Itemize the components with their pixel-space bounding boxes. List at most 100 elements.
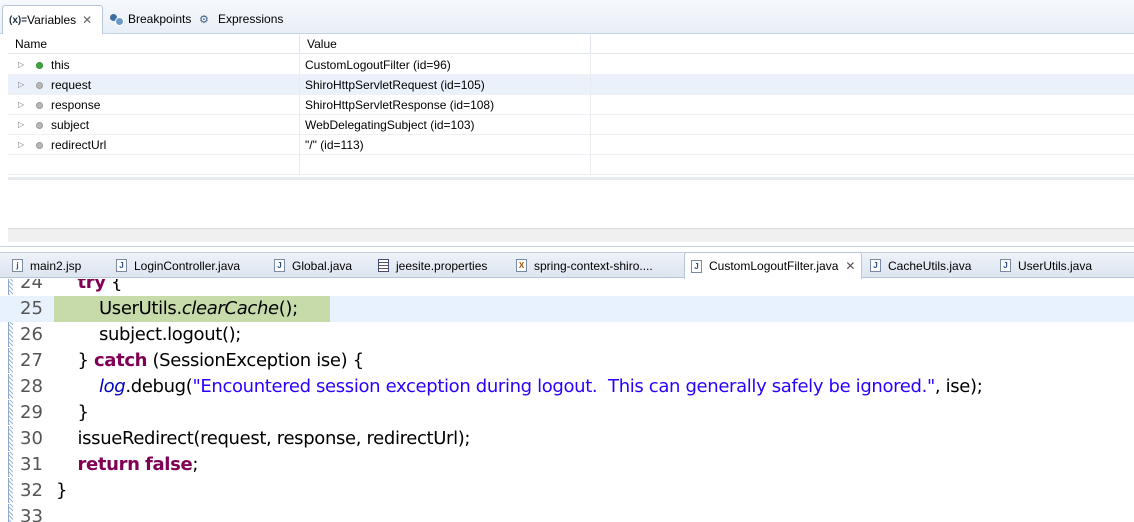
code-editor[interactable]: ➔ 24 try {25 UserUtils.clearCache();26 s… xyxy=(0,279,1134,522)
jsp-file-icon: j xyxy=(12,259,23,272)
variable-name-cell: ▷ request xyxy=(8,75,300,95)
code-token: return xyxy=(77,454,140,475)
table-row[interactable]: ▷ response ShiroHttpServletResponse (id=… xyxy=(8,95,1134,115)
tab-breakpoints[interactable]: Breakpoints xyxy=(110,6,191,32)
editor-tab-userutils[interactable]: J UserUtils.java xyxy=(1000,253,1092,278)
expand-arrow-icon[interactable]: ▷ xyxy=(18,95,30,115)
expand-arrow-icon[interactable]: ▷ xyxy=(18,75,30,95)
editor-tab-cacheutils[interactable]: J CacheUtils.java xyxy=(870,253,971,278)
editor-tab-jeesite-properties[interactable]: jeesite.properties xyxy=(378,253,487,278)
table-row-empty xyxy=(8,155,1134,175)
table-row[interactable]: ▷ request ShiroHttpServletRequest (id=10… xyxy=(8,75,1134,95)
properties-file-icon xyxy=(378,259,389,272)
variable-value: ShiroHttpServletRequest (id=105) xyxy=(300,75,591,95)
table-row[interactable]: ▷ subject WebDelegatingSubject (id=103) xyxy=(8,115,1134,135)
java-file-icon: J xyxy=(116,259,127,272)
tab-expressions[interactable]: ⚙ Expressions xyxy=(199,6,283,32)
code-token: } xyxy=(56,480,68,501)
variable-name: request xyxy=(51,78,92,92)
code-line[interactable]: 29 } xyxy=(0,400,1134,426)
variable-name-cell: ▷ subject xyxy=(8,115,300,135)
variable-value: CustomLogoutFilter (id=96) xyxy=(300,55,591,75)
variable-name-cell: ▷ redirectUrl xyxy=(8,135,300,155)
variable-name: redirectUrl xyxy=(51,138,107,152)
code-line[interactable]: 25 UserUtils.clearCache(); xyxy=(0,296,1134,322)
code-text: log.debug("Encountered session exception… xyxy=(56,374,983,400)
local-variable-icon xyxy=(36,121,43,129)
code-token: subject.logout(); xyxy=(56,324,242,345)
code-line[interactable]: 31 return false; xyxy=(0,452,1134,478)
xml-file-icon: X xyxy=(516,259,527,272)
table-row[interactable]: ▷ redirectUrl "/" (id=113) xyxy=(8,135,1134,155)
java-file-icon: J xyxy=(691,259,702,273)
close-icon[interactable]: ✕ xyxy=(845,259,855,273)
editor-tab-global[interactable]: J Global.java xyxy=(274,253,352,278)
editor-tab-label: LoginController.java xyxy=(134,258,241,273)
editor-tab-label: CacheUtils.java xyxy=(888,258,972,273)
line-number: 25 xyxy=(20,298,43,319)
expressions-icon: ⚙ xyxy=(199,13,209,26)
expand-arrow-icon[interactable]: ▷ xyxy=(18,115,30,135)
code-line[interactable]: 30 issueRedirect(request, response, redi… xyxy=(0,426,1134,452)
variable-detail-pane[interactable] xyxy=(8,177,1134,229)
horizontal-scrollbar[interactable] xyxy=(8,228,1134,242)
code-token: clearCache xyxy=(181,298,279,319)
tab-variables-label: Variables xyxy=(27,13,77,27)
column-header-name[interactable]: Name xyxy=(8,34,300,54)
tab-breakpoints-label: Breakpoints xyxy=(128,12,192,26)
column-header-filler xyxy=(591,34,1134,54)
tab-variables[interactable]: (x)= Variables ✕ xyxy=(2,5,103,34)
code-text: } xyxy=(56,400,89,426)
code-line[interactable]: 26 subject.logout(); xyxy=(0,322,1134,348)
variables-icon: (x)= xyxy=(9,14,28,26)
code-token: } xyxy=(56,402,89,423)
code-line[interactable]: 32} xyxy=(0,478,1134,504)
local-variable-icon xyxy=(36,81,43,89)
code-line[interactable]: 27 } catch (SessionException ise) { xyxy=(0,348,1134,374)
line-number: 30 xyxy=(20,428,43,449)
code-token: , ise); xyxy=(934,376,983,397)
line-number: 31 xyxy=(20,454,43,475)
table-row[interactable]: ▷ this CustomLogoutFilter (id=96) xyxy=(8,55,1134,75)
variable-name-cell: ▷ response xyxy=(8,95,300,115)
code-token: false xyxy=(144,454,193,475)
code-text: try { xyxy=(56,279,123,296)
variable-value: ShiroHttpServletResponse (id=108) xyxy=(300,95,591,115)
code-text: } catch (SessionException ise) { xyxy=(56,348,364,374)
variable-name: this xyxy=(51,58,70,72)
variable-name: subject xyxy=(51,118,90,132)
code-token: .debug( xyxy=(125,376,193,397)
code-line[interactable]: 28 log.debug("Encountered session except… xyxy=(0,374,1134,400)
editor-tab-label: jeesite.properties xyxy=(396,258,488,273)
line-number: 24 xyxy=(20,279,43,293)
code-token: { xyxy=(105,279,123,293)
editor-tab-label: spring-context-shiro.... xyxy=(534,258,653,273)
column-header-value[interactable]: Value xyxy=(300,34,591,54)
variable-value xyxy=(300,155,591,175)
line-number: 29 xyxy=(20,402,43,423)
tab-expressions-label: Expressions xyxy=(218,12,284,26)
code-token: (SessionException ise) { xyxy=(147,350,364,371)
code-text: return false; xyxy=(56,452,199,478)
code-token: "Encountered session exception during lo… xyxy=(192,376,935,397)
editor-tab-label: CustomLogoutFilter.java xyxy=(709,259,839,273)
editor-tab-main2-jsp[interactable]: j main2.jsp xyxy=(12,253,81,278)
expand-arrow-icon[interactable]: ▷ xyxy=(18,135,30,155)
java-file-icon: J xyxy=(274,259,285,272)
code-line[interactable]: 33 xyxy=(0,504,1134,522)
close-icon[interactable]: ✕ xyxy=(82,13,92,27)
editor-tab-customlogoutfilter[interactable]: J CustomLogoutFilter.java ✕ xyxy=(684,252,863,279)
line-number: 26 xyxy=(20,324,43,345)
code-line[interactable]: 24 try { xyxy=(0,279,1134,296)
line-number: 27 xyxy=(20,350,43,371)
editor-tab-logincontroller[interactable]: J LoginController.java xyxy=(116,253,240,278)
editor-tab-label: UserUtils.java xyxy=(1018,258,1093,273)
code-token: issueRedirect(request, response, redirec… xyxy=(56,428,471,449)
expand-arrow-icon[interactable]: ▷ xyxy=(18,55,30,75)
editor-tab-spring-context-shiro[interactable]: X spring-context-shiro.... xyxy=(516,253,653,278)
variables-view: (x)= Variables ✕ Breakpoints ⚙ Expressio… xyxy=(0,0,1134,247)
local-variable-icon xyxy=(36,141,43,149)
